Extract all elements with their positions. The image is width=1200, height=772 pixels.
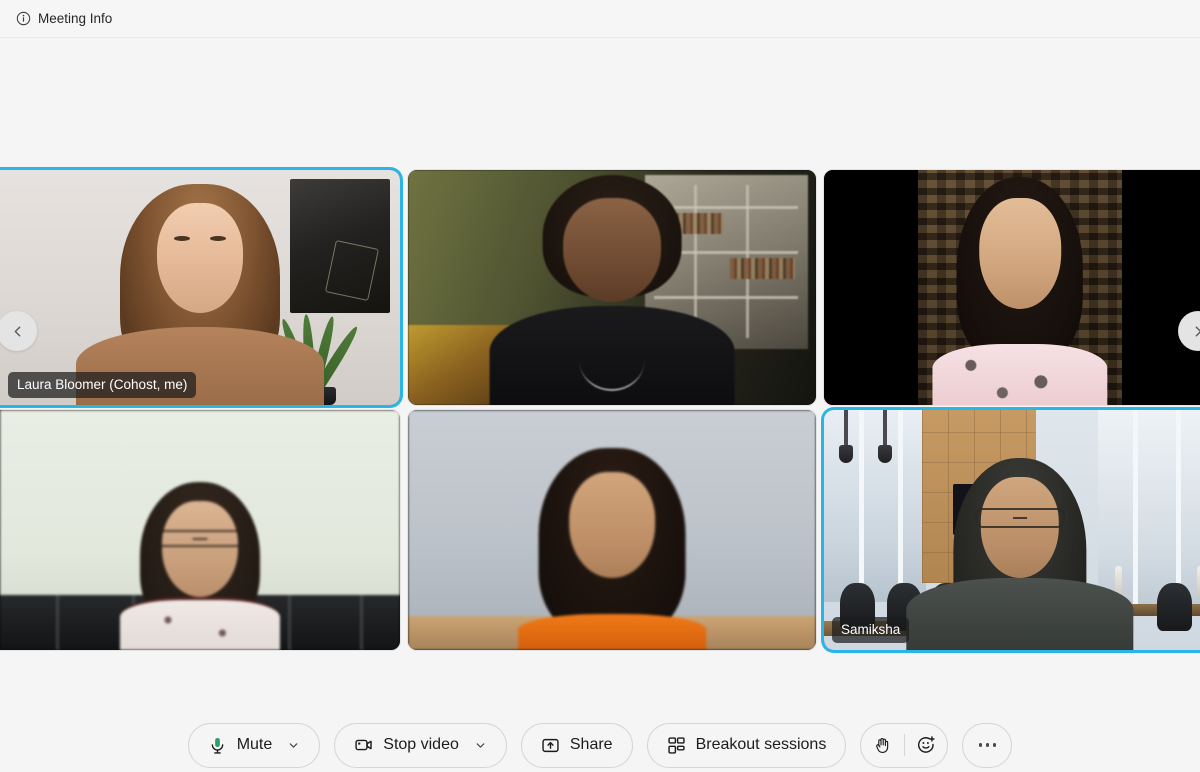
reactions-button[interactable] — [905, 724, 948, 767]
meeting-controls-toolbar: Mute Stop video Share Breakout sessions — [0, 694, 1200, 772]
video-camera-icon — [354, 735, 374, 755]
breakout-sessions-button[interactable]: Breakout sessions — [646, 722, 847, 768]
participant-name-badge: Samiksha — [832, 616, 910, 643]
participant-video — [824, 410, 1200, 650]
participant-tile[interactable] — [408, 410, 816, 650]
video-scene — [408, 170, 816, 405]
participant-tile[interactable] — [408, 170, 816, 405]
stop-video-button[interactable]: Stop video — [334, 722, 507, 768]
participant-video — [0, 170, 400, 405]
person — [408, 170, 816, 405]
raised-hand-icon — [873, 735, 893, 755]
meeting-info-label: Meeting Info — [38, 11, 113, 26]
participant-video — [408, 410, 816, 650]
breakout-sessions-label: Breakout sessions — [695, 736, 827, 753]
video-scene — [824, 170, 1200, 405]
video-scene — [0, 410, 400, 650]
mute-label: Mute — [236, 736, 273, 753]
info-circle-icon — [16, 11, 31, 26]
video-scene — [0, 170, 400, 405]
meeting-topbar: Meeting Info — [0, 0, 1200, 38]
participant-tile[interactable]: Samiksha — [824, 410, 1200, 650]
participant-tile[interactable]: Laura Bloomer (Cohost, me) — [0, 170, 400, 405]
meeting-window: Meeting Info Laura Bloomer (Cohost, me) … — [0, 0, 1200, 772]
person — [0, 410, 400, 650]
share-button[interactable]: Share — [520, 722, 633, 768]
meeting-info-button[interactable]: Meeting Info — [12, 8, 116, 29]
mute-button[interactable]: Mute — [187, 722, 321, 768]
video-scene — [408, 410, 816, 650]
person — [824, 410, 1200, 650]
chevron-down-icon — [476, 742, 485, 748]
video-stage: Laura Bloomer (Cohost, me) Samiksha — [0, 38, 1200, 694]
person — [0, 170, 400, 405]
person — [408, 410, 816, 650]
person — [918, 170, 1122, 405]
microphone-icon — [208, 735, 228, 755]
participant-video — [0, 410, 400, 650]
reactions-group — [860, 722, 949, 768]
video-options-caret[interactable] — [474, 739, 487, 752]
participant-grid: Laura Bloomer (Cohost, me) Samiksha — [0, 170, 1200, 650]
participant-video — [824, 170, 1200, 405]
participant-video — [408, 170, 816, 405]
mute-options-caret[interactable] — [287, 739, 300, 752]
share-screen-icon — [541, 735, 561, 755]
chevron-left-icon — [14, 326, 20, 336]
grid-squares-icon — [667, 735, 687, 755]
participant-tile[interactable] — [824, 170, 1200, 405]
smiley-plus-icon — [916, 735, 936, 755]
chevron-right-icon — [1195, 326, 1200, 336]
chevron-down-icon — [289, 742, 298, 748]
participant-name-badge: Laura Bloomer (Cohost, me) — [8, 371, 197, 398]
share-label: Share — [569, 736, 613, 753]
video-scene — [824, 410, 1200, 650]
more-options-button[interactable] — [962, 722, 1013, 768]
raise-hand-button[interactable] — [861, 724, 904, 767]
participant-tile[interactable] — [0, 410, 400, 650]
stop-video-label: Stop video — [383, 736, 459, 753]
ellipsis-icon — [978, 743, 997, 747]
